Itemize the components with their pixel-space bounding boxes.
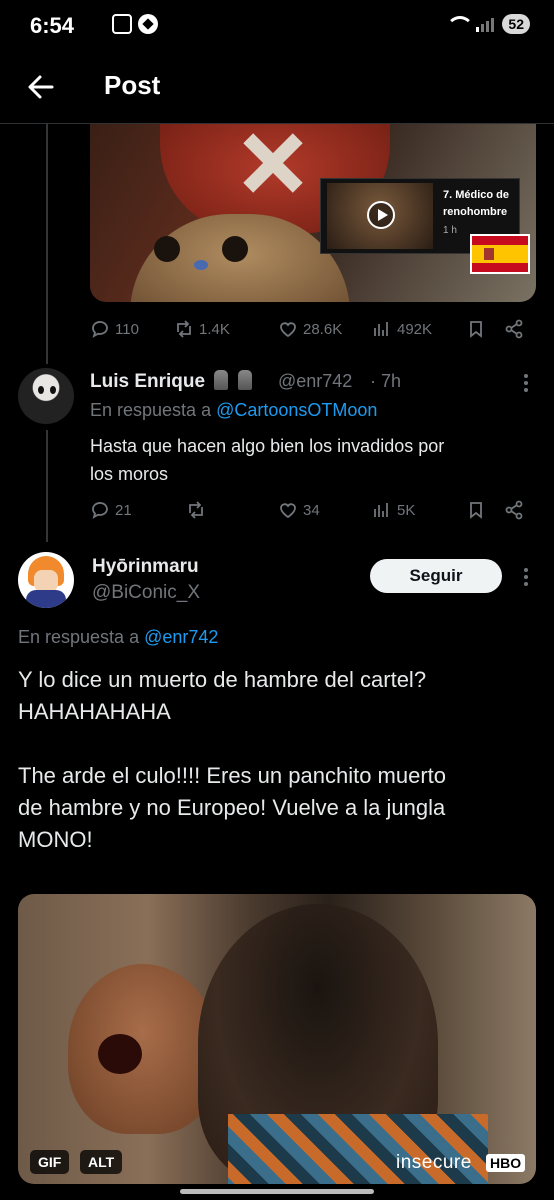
repost-button[interactable]: 1.4K xyxy=(174,319,230,339)
heart-icon xyxy=(280,322,296,338)
battery-indicator: 52 xyxy=(502,14,530,34)
reply-count: 21 xyxy=(115,501,132,519)
repost-icon xyxy=(189,501,203,519)
post-text: Hasta que hacen algo bien los invadidos … xyxy=(90,436,445,484)
video-thumbnail xyxy=(327,183,433,249)
repost-count: 1.4K xyxy=(199,320,230,338)
signal-icon xyxy=(476,16,495,32)
video-time: 1 h xyxy=(443,225,457,236)
hat-cross xyxy=(242,132,302,192)
wifi-icon xyxy=(446,16,475,32)
watermark-text: insecure xyxy=(396,1152,472,1173)
reply-count: 110 xyxy=(115,320,139,338)
status-bar: 6:54 52 xyxy=(0,0,554,52)
reply-button[interactable]: 110 xyxy=(90,319,139,339)
post-actions: 21 34 5K xyxy=(90,495,536,525)
thread-line xyxy=(46,124,48,364)
post-actions: 110 1.4K 28.6K 492K xyxy=(90,314,536,344)
header: Post xyxy=(0,52,554,124)
video-title: 7. Médico de renohombre xyxy=(443,189,510,218)
bookmark-button[interactable] xyxy=(466,319,486,339)
network-logo: HBO xyxy=(486,1154,526,1172)
play-icon[interactable] xyxy=(367,201,395,229)
like-button[interactable]: 34 xyxy=(278,500,320,520)
character-nose xyxy=(194,260,208,270)
alt-badge[interactable]: ALT xyxy=(80,1150,123,1174)
status-time: 6:54 xyxy=(30,13,75,38)
bookmark-icon xyxy=(470,321,482,338)
share-icon xyxy=(505,500,523,520)
views-icon xyxy=(374,503,388,517)
views-button[interactable]: 492K xyxy=(372,319,432,339)
views-button[interactable]: 5K xyxy=(372,500,415,520)
spain-flag-icon xyxy=(470,234,530,274)
more-options-icon[interactable] xyxy=(524,374,528,392)
moai-emoji-icon xyxy=(237,370,252,390)
character-eye xyxy=(222,236,248,262)
author-name[interactable]: Luis Enrique xyxy=(90,370,252,393)
reply-context: En respuesta a @CartoonsOTMoon xyxy=(90,400,377,421)
author-handle[interactable]: @BiConic_X xyxy=(92,582,200,604)
back-arrow-icon[interactable] xyxy=(26,72,56,102)
post-text: Y lo dice un muerto de hambre del cartel… xyxy=(18,667,447,852)
thread-line xyxy=(46,430,48,542)
views-count: 5K xyxy=(397,501,416,519)
share-icon xyxy=(505,319,523,339)
bookmark-button[interactable] xyxy=(466,500,486,520)
notification-icons xyxy=(112,14,158,34)
reply-button[interactable]: 21 xyxy=(90,500,132,520)
reply-icon xyxy=(92,321,108,338)
gif-mouth xyxy=(98,1034,142,1074)
share-button[interactable] xyxy=(504,500,524,520)
like-count: 28.6K xyxy=(303,320,343,338)
post-time[interactable]: · 7h xyxy=(370,371,401,392)
reply-icon xyxy=(92,502,108,519)
mention-link[interactable]: @enr742 xyxy=(144,627,218,647)
screenshot-icon xyxy=(112,14,132,34)
moai-emoji-icon xyxy=(214,370,229,390)
views-count: 492K xyxy=(397,320,433,338)
avatar[interactable] xyxy=(18,552,74,608)
character-eye xyxy=(154,236,180,262)
author-handle[interactable]: @enr742 xyxy=(278,371,352,392)
heart-icon xyxy=(280,503,296,519)
views-icon xyxy=(374,322,388,336)
repost-button[interactable] xyxy=(186,500,206,520)
avatar[interactable] xyxy=(18,368,74,424)
bookmark-icon xyxy=(470,502,482,519)
page-title: Post xyxy=(104,70,161,100)
author-name[interactable]: Hyōrinmaru xyxy=(92,556,199,578)
gif-person xyxy=(68,964,218,1134)
gif-badge: GIF xyxy=(30,1150,70,1174)
like-button[interactable]: 28.6K xyxy=(278,319,342,339)
follow-button[interactable]: Seguir xyxy=(370,559,502,593)
status-right: 52 xyxy=(446,14,530,34)
share-button[interactable] xyxy=(504,319,524,339)
post-media-image[interactable]: 7. Médico de renohombre 1 h xyxy=(90,124,536,302)
mention-link[interactable]: @CartoonsOTMoon xyxy=(216,400,377,420)
more-options-icon[interactable] xyxy=(524,568,528,586)
reply-context: En respuesta a @enr742 xyxy=(18,627,218,648)
reply-prefix: En respuesta a xyxy=(90,400,212,420)
soccer-ball-icon xyxy=(138,14,158,34)
home-indicator[interactable] xyxy=(180,1189,374,1194)
gif-media[interactable]: GIF ALT insecure HBO xyxy=(18,894,536,1184)
repost-icon xyxy=(177,320,191,338)
reply-prefix: En respuesta a xyxy=(18,627,140,647)
author-name-text: Luis Enrique xyxy=(90,371,206,392)
like-count: 34 xyxy=(303,501,320,519)
